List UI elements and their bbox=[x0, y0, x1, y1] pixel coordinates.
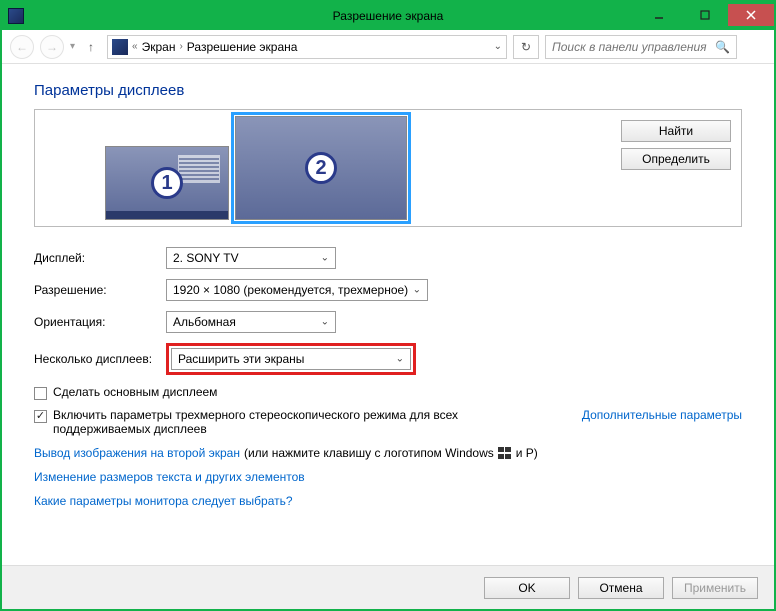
detect-button[interactable]: Найти bbox=[621, 120, 731, 142]
chevron-down-icon: ⌄ bbox=[321, 317, 329, 328]
display-label: Дисплей: bbox=[34, 251, 166, 265]
display-preview: 1 2 Найти Определить bbox=[34, 109, 742, 227]
taskbar-icon bbox=[106, 211, 228, 219]
refresh-button[interactable]: ↻ bbox=[513, 35, 539, 59]
display-value: 2. SONY TV bbox=[173, 251, 239, 265]
window-frame: Разрешение экрана ← → ▾ ↑ « Экран › Разр… bbox=[0, 0, 776, 611]
stereo-checkbox[interactable] bbox=[34, 410, 47, 423]
search-icon[interactable]: 🔍 bbox=[715, 40, 730, 54]
search-box[interactable]: 🔍 bbox=[545, 35, 737, 59]
dialog-footer: OK Отмена Применить bbox=[2, 565, 774, 609]
identify-button[interactable]: Определить bbox=[621, 148, 731, 170]
stereo-label: Включить параметры трехмерного стереоско… bbox=[53, 408, 483, 436]
close-button[interactable] bbox=[728, 4, 774, 26]
chevron-icon: « bbox=[132, 41, 138, 52]
resolution-label: Разрешение: bbox=[34, 283, 166, 297]
multiple-displays-label: Несколько дисплеев: bbox=[34, 352, 166, 366]
cancel-button[interactable]: Отмена bbox=[578, 577, 664, 599]
which-monitor-link[interactable]: Какие параметры монитора следует выбрать… bbox=[34, 494, 293, 508]
second-screen-link[interactable]: Вывод изображения на второй экран bbox=[34, 446, 240, 460]
breadcrumb-seg[interactable]: Разрешение экрана bbox=[187, 40, 298, 54]
apply-button[interactable]: Применить bbox=[672, 577, 758, 599]
display-select[interactable]: 2. SONY TV ⌄ bbox=[166, 247, 336, 269]
resolution-select[interactable]: 1920 × 1080 (рекомендуется, трехмерное) … bbox=[166, 279, 428, 301]
make-main-checkbox[interactable] bbox=[34, 387, 47, 400]
window-title: Разрешение экрана bbox=[333, 9, 444, 23]
windows-logo-icon bbox=[498, 447, 512, 459]
multiple-displays-value: Расширить эти экраны bbox=[178, 352, 304, 366]
chevron-right-icon: › bbox=[179, 41, 182, 52]
second-screen-text: (или нажмите клавишу с логотипом Windows bbox=[244, 446, 494, 460]
orientation-value: Альбомная bbox=[173, 315, 236, 329]
ok-button[interactable]: OK bbox=[484, 577, 570, 599]
advanced-settings-link[interactable]: Дополнительные параметры bbox=[582, 408, 742, 422]
navbar: ← → ▾ ↑ « Экран › Разрешение экрана ⌄ ↻ … bbox=[2, 30, 774, 64]
chevron-down-icon: ⌄ bbox=[413, 285, 421, 296]
content-area: Параметры дисплеев 1 2 Найти Определить … bbox=[2, 64, 774, 565]
window-controls bbox=[636, 6, 774, 26]
multiple-displays-select[interactable]: Расширить эти экраны ⌄ bbox=[171, 348, 411, 370]
maximize-button[interactable] bbox=[682, 4, 728, 26]
back-button[interactable]: ← bbox=[10, 35, 34, 59]
highlight-annotation: Расширить эти экраны ⌄ bbox=[166, 343, 416, 375]
resolution-value: 1920 × 1080 (рекомендуется, трехмерное) bbox=[173, 283, 408, 297]
desktop-grid-icon bbox=[178, 155, 220, 183]
breadcrumb-seg[interactable]: Экран bbox=[142, 40, 176, 54]
minimize-button[interactable] bbox=[636, 4, 682, 26]
monitor-number: 2 bbox=[305, 152, 337, 184]
up-button[interactable]: ↑ bbox=[81, 37, 101, 57]
monitor-number: 1 bbox=[151, 167, 183, 199]
monitor-1[interactable]: 1 bbox=[105, 146, 229, 220]
page-heading: Параметры дисплеев bbox=[34, 82, 742, 99]
text-size-link[interactable]: Изменение размеров текста и других элеме… bbox=[34, 470, 305, 484]
app-icon bbox=[8, 8, 24, 24]
make-main-label: Сделать основным дисплеем bbox=[53, 385, 217, 399]
chevron-down-icon: ⌄ bbox=[396, 354, 404, 365]
titlebar[interactable]: Разрешение экрана bbox=[2, 2, 774, 30]
chevron-down-icon: ⌄ bbox=[321, 253, 329, 264]
settings-form: Дисплей: 2. SONY TV ⌄ Разрешение: 1920 ×… bbox=[34, 247, 742, 508]
forward-button[interactable]: → bbox=[40, 35, 64, 59]
breadcrumb-dropdown-icon[interactable]: ⌄ bbox=[494, 41, 502, 52]
history-dropdown-icon[interactable]: ▾ bbox=[70, 41, 75, 52]
monitor-2[interactable]: 2 bbox=[235, 116, 407, 220]
second-screen-text-end: и P) bbox=[516, 446, 538, 460]
orientation-label: Ориентация: bbox=[34, 315, 166, 329]
monitor-icon bbox=[112, 39, 128, 55]
orientation-select[interactable]: Альбомная ⌄ bbox=[166, 311, 336, 333]
search-input[interactable] bbox=[552, 40, 715, 54]
breadcrumb[interactable]: « Экран › Разрешение экрана ⌄ bbox=[107, 35, 507, 59]
